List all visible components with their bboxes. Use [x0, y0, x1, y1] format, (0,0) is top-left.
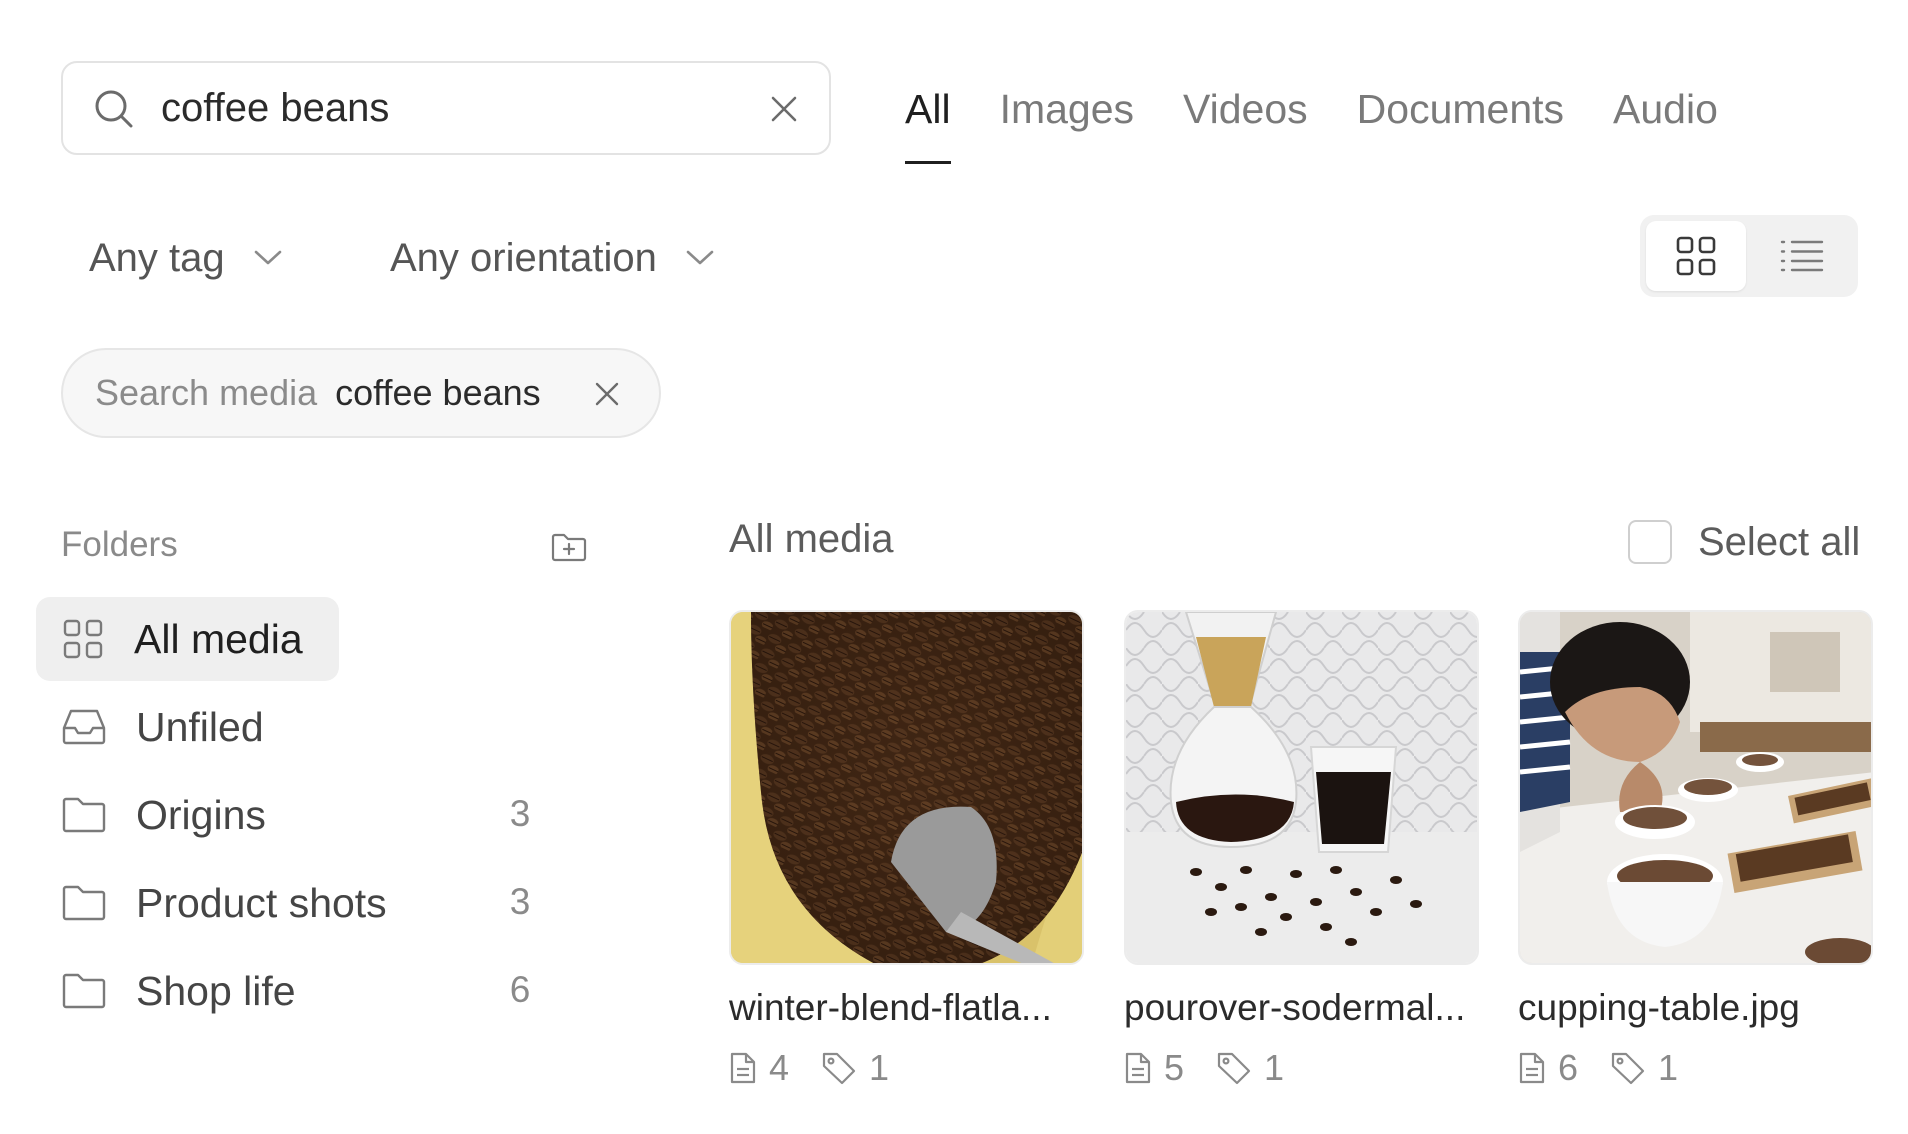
folder-count: 6: [509, 969, 531, 1010]
grid-icon: [62, 618, 104, 660]
sidebar-item-unfiled[interactable]: Unfiled: [36, 685, 339, 769]
note-count: 6: [1558, 1047, 1579, 1088]
list-view-button[interactable]: [1752, 221, 1852, 291]
chevron-down-icon: [685, 248, 715, 268]
media-card[interactable]: cupping-table.jpg 6 1: [1518, 610, 1873, 1089]
grid-icon: [1675, 235, 1717, 277]
document-icon: [1518, 1051, 1546, 1085]
media-filename: cupping-table.jpg: [1518, 987, 1800, 1028]
tag-filter-label: Any tag: [89, 235, 225, 280]
orientation-filter-label: Any orientation: [390, 235, 657, 280]
tab-images[interactable]: Images: [1000, 60, 1134, 170]
media-thumbnail[interactable]: [1124, 610, 1479, 965]
sidebar-item-label: Shop life: [136, 967, 296, 1014]
document-icon: [729, 1051, 757, 1085]
media-type-tabs: All Images Videos Documents Audio: [905, 60, 1767, 170]
grid-view-button[interactable]: [1646, 221, 1746, 291]
tag-icon: [821, 1051, 857, 1085]
sidebar-item-label: Unfiled: [136, 703, 264, 750]
tag-count: 1: [1658, 1047, 1679, 1088]
list-icon: [1780, 238, 1824, 274]
media-card[interactable]: pourover-sodermal... 5 1: [1124, 610, 1479, 1089]
media-thumbnail[interactable]: [729, 610, 1084, 965]
folders-heading: Folders: [61, 525, 178, 564]
tab-documents[interactable]: Documents: [1357, 60, 1564, 170]
sidebar-item-product-shots[interactable]: Product shots: [36, 861, 387, 945]
chip-value: coffee beans: [335, 372, 541, 413]
sidebar-item-label: Origins: [136, 791, 266, 838]
search-filter-chip: Search media coffee beans: [61, 348, 661, 438]
media-meta: 5 1: [1124, 1047, 1479, 1089]
sidebar-item-shop-life[interactable]: Shop life: [36, 949, 339, 1033]
search-box[interactable]: [61, 61, 831, 155]
sidebar-item-label: All media: [134, 615, 303, 662]
sidebar-item-all-media[interactable]: All media: [36, 597, 339, 681]
tag-count: 1: [1264, 1047, 1285, 1088]
media-thumbnail[interactable]: [1518, 610, 1873, 965]
media-filename: winter-blend-flatla...: [729, 987, 1052, 1028]
clear-search-icon[interactable]: [769, 94, 799, 124]
media-meta: 4 1: [729, 1047, 1084, 1089]
sidebar-item-origins[interactable]: Origins: [36, 773, 339, 857]
media-meta: 6 1: [1518, 1047, 1873, 1089]
new-folder-icon[interactable]: [551, 532, 587, 562]
tab-videos[interactable]: Videos: [1183, 60, 1308, 170]
view-toggle: [1640, 215, 1858, 297]
tag-icon: [1610, 1051, 1646, 1085]
folder-icon: [62, 884, 106, 922]
sidebar-item-label: Product shots: [136, 879, 387, 926]
tag-count: 1: [869, 1047, 890, 1088]
remove-chip-icon[interactable]: [593, 380, 621, 408]
inbox-icon: [62, 708, 106, 746]
tab-all[interactable]: All: [905, 60, 951, 170]
folder-count: 3: [509, 881, 531, 922]
media-filename: pourover-sodermal...: [1124, 987, 1466, 1028]
select-all-label: Select all: [1698, 519, 1861, 564]
chevron-down-icon: [253, 248, 283, 268]
chip-key: Search media: [95, 372, 318, 413]
note-count: 4: [769, 1047, 790, 1088]
select-all-checkbox[interactable]: Select all: [1628, 517, 1860, 567]
orientation-filter-dropdown[interactable]: Any orientation: [390, 228, 715, 288]
search-input[interactable]: [161, 85, 721, 131]
note-count: 5: [1164, 1047, 1185, 1088]
main-title: All media: [729, 517, 894, 561]
folder-count: 3: [509, 793, 531, 834]
tab-audio[interactable]: Audio: [1613, 60, 1718, 170]
folder-icon: [62, 972, 106, 1010]
folder-icon: [62, 796, 106, 834]
media-card[interactable]: winter-blend-flatla... 4 1: [729, 610, 1084, 1089]
checkbox[interactable]: [1628, 520, 1672, 564]
document-icon: [1124, 1051, 1152, 1085]
search-icon: [93, 88, 135, 130]
tag-icon: [1216, 1051, 1252, 1085]
tag-filter-dropdown[interactable]: Any tag: [89, 228, 283, 288]
